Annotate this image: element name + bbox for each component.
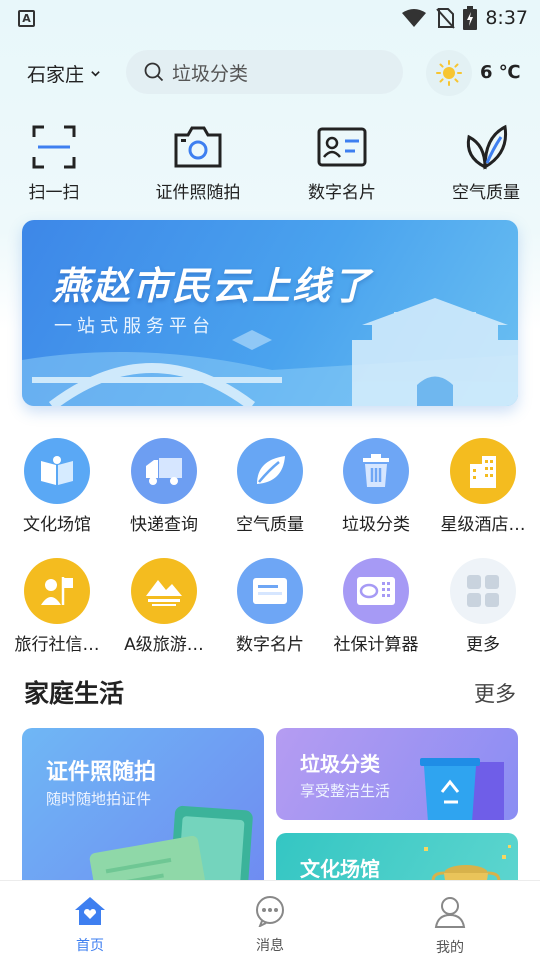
service-social-calc[interactable]: 社保计算器	[322, 558, 430, 655]
id-card-icon	[317, 127, 367, 167]
app-notification-icon: A	[18, 10, 35, 27]
quick-scan[interactable]: 扫一扫	[0, 122, 114, 203]
status-bar: A 8:37	[0, 0, 540, 36]
calculator-icon	[357, 577, 395, 605]
card-title: 文化场馆	[300, 857, 380, 881]
card-title: 垃圾分类	[300, 752, 380, 776]
user-icon	[434, 897, 466, 928]
nav-profile-label: 我的	[436, 940, 464, 956]
search-icon	[144, 62, 164, 82]
service-label: A级旅游…	[124, 635, 204, 655]
service-label: 数字名片	[236, 635, 304, 655]
nav-profile[interactable]: 我的	[400, 895, 500, 957]
city-selector[interactable]: 石家庄	[27, 60, 101, 87]
wifi-icon	[402, 9, 427, 27]
nav-home[interactable]: 首页	[40, 895, 140, 955]
quick-photo-label: 证件照随拍	[155, 183, 241, 203]
service-label: 社保计算器	[333, 635, 419, 655]
service-label: 旅行社信…	[14, 635, 100, 655]
service-star-hotel[interactable]: 星级酒店…	[429, 438, 537, 535]
mountain-icon	[146, 580, 182, 606]
search-placeholder: 垃圾分类	[172, 62, 249, 85]
promo-banner[interactable]: 燕赵市民云上线了 一站式服务平台	[22, 220, 518, 406]
card-subtitle: 享受整洁生活	[300, 782, 391, 800]
service-air-quality[interactable]: 空气质量	[216, 438, 324, 535]
nav-messages-label: 消息	[256, 938, 284, 954]
weather-widget[interactable]	[426, 50, 472, 96]
camera-icon	[174, 126, 222, 168]
service-travel-agency[interactable]: 旅行社信…	[3, 558, 111, 655]
truck-icon	[146, 458, 182, 485]
card-garbage[interactable]: 垃圾分类 享受整洁生活	[276, 728, 518, 820]
sun-icon	[436, 60, 462, 86]
section-title-family: 家庭生活	[24, 679, 125, 708]
chevron-down-icon	[91, 71, 100, 77]
service-more[interactable]: 更多	[429, 558, 537, 655]
quick-photo[interactable]: 证件照随拍	[138, 122, 258, 203]
service-label: 空气质量	[236, 515, 304, 535]
recycle-bin-icon	[420, 758, 504, 820]
nav-home-label: 首页	[76, 938, 104, 954]
message-icon	[256, 896, 284, 929]
service-culture-venue[interactable]: 文化场馆	[3, 438, 111, 535]
section-more-link[interactable]: 更多	[474, 678, 516, 708]
city-label: 石家庄	[27, 64, 85, 86]
temperature: 6 ℃	[480, 62, 521, 83]
quick-card-label: 数字名片	[308, 183, 376, 203]
quick-tools: 扫一扫 证件照随拍 数字名片 空气质量	[0, 122, 540, 212]
battery-charging-icon	[463, 6, 478, 30]
service-garbage[interactable]: 垃圾分类	[322, 438, 430, 535]
quick-air[interactable]: 空气质量	[426, 122, 540, 203]
card-id-photo[interactable]: 证件照随拍 随时随地拍证件	[22, 728, 264, 898]
home-icon	[75, 897, 105, 925]
grid-icon	[467, 575, 499, 607]
service-express[interactable]: 快递查询	[110, 438, 218, 535]
service-label: 垃圾分类	[342, 515, 410, 535]
banner-title: 燕赵市民云上线了	[52, 264, 373, 308]
card-icon	[253, 578, 287, 604]
banner-subtitle: 一站式服务平台	[54, 316, 215, 337]
book-icon	[41, 456, 73, 485]
status-time: 8:37	[485, 7, 528, 29]
service-digital-card[interactable]: 数字名片	[216, 558, 324, 655]
flag-person-icon	[41, 577, 73, 605]
card-title: 证件照随拍	[46, 760, 157, 785]
service-scenic-spots[interactable]: A级旅游…	[110, 558, 218, 655]
no-sim-icon	[436, 8, 456, 29]
nav-messages[interactable]: 消息	[220, 895, 320, 955]
bottom-navigation: 首页 消息 我的	[0, 880, 540, 960]
leaf-icon	[466, 124, 508, 170]
service-label: 文化场馆	[23, 515, 91, 535]
quick-air-label: 空气质量	[452, 183, 520, 203]
scan-icon	[32, 125, 76, 169]
search-bar[interactable]: 垃圾分类	[126, 50, 403, 94]
leaf-icon	[257, 456, 285, 484]
service-label: 快递查询	[130, 515, 198, 535]
trash-icon	[363, 454, 389, 487]
service-label: 星级酒店…	[440, 515, 526, 535]
service-label: 更多	[466, 635, 500, 655]
quick-card[interactable]: 数字名片	[282, 122, 402, 203]
building-icon	[470, 456, 496, 488]
quick-scan-label: 扫一扫	[28, 183, 80, 203]
